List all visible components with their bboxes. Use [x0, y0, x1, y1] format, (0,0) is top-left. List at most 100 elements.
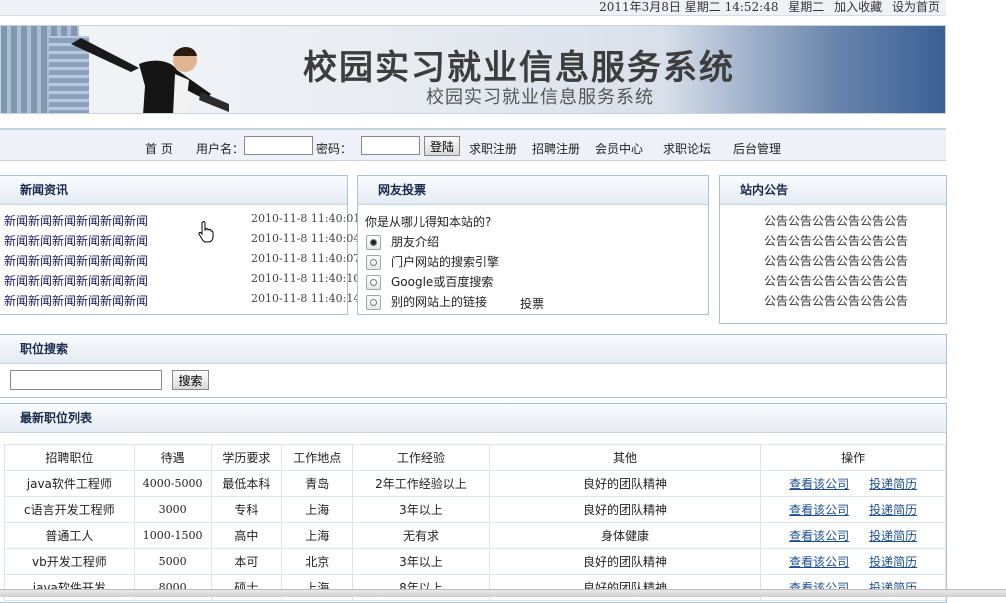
vote-option-label: Google或百度搜索 — [391, 275, 494, 289]
cell-other: 良好的团队精神 — [488, 470, 762, 497]
vote-option-label: 门户网站的搜索引擎 — [391, 255, 500, 269]
column-header: 工作地点 — [281, 444, 354, 471]
view-company-link[interactable]: 查看该公司 — [789, 555, 849, 569]
news-item[interactable]: 新闻新闻新闻新闻新闻新闻 2010-11-8 11:40:14 — [4, 292, 360, 309]
table-row: c语言开发工程师 3000 专科 上海 3年以上 良好的团队精神 查看该公司 投递简历 — [4, 496, 946, 523]
notice-item[interactable]: 公告公告公告公告公告公告 — [764, 252, 908, 269]
cell-location: 上海 — [281, 496, 354, 523]
notice-panel: 站内公告 公告公告公告公告公告公告 公告公告公告公告公告公告 公告公告公告公告公告公… — [719, 175, 947, 324]
news-item-title[interactable]: 新闻新闻新闻新闻新闻新闻 — [4, 254, 148, 268]
nav-admin[interactable]: 后台管理 — [733, 140, 781, 157]
cell-salary: 5000 — [133, 548, 212, 575]
radio-button[interactable] — [366, 295, 381, 310]
vote-option[interactable]: 门户网站的搜索引擎 — [366, 253, 499, 270]
vote-option[interactable]: Google或百度搜索 — [366, 273, 493, 290]
news-item-title[interactable]: 新闻新闻新闻新闻新闻新闻 — [4, 214, 148, 228]
cell-other: 身体健康 — [488, 522, 762, 549]
username-input[interactable] — [244, 136, 313, 155]
cell-experience: 2年工作经验以上 — [352, 470, 490, 497]
cell-position: c语言开发工程师 — [4, 496, 135, 523]
news-item-title[interactable]: 新闻新闻新闻新闻新闻新闻 — [4, 294, 148, 308]
nav-job-forum[interactable]: 求职论坛 — [663, 140, 711, 157]
nav-home[interactable]: 首 页 — [145, 140, 173, 157]
radio-button[interactable] — [366, 235, 381, 250]
nav-job-seeker-register[interactable]: 求职注册 — [469, 140, 517, 157]
jobs-panel: 最新职位列表 招聘职位 待遇 学历要求 工作地点 工作经验 其他 操作 java软件工程师 4… — [0, 403, 947, 603]
login-button[interactable]: 登陆 — [424, 136, 460, 156]
cell-other: 良好的团队精神 — [488, 548, 762, 575]
news-item[interactable]: 新闻新闻新闻新闻新闻新闻 2010-11-8 11:40:01 — [4, 212, 360, 229]
nav-recruiter-register[interactable]: 招聘注册 — [532, 140, 580, 157]
send-resume-link[interactable]: 投递简历 — [869, 529, 917, 543]
cell-actions: 查看该公司 投递简历 — [760, 496, 946, 523]
view-company-link[interactable]: 查看该公司 — [789, 529, 849, 543]
job-search-button[interactable]: 搜索 — [172, 370, 209, 390]
column-header: 操作 — [760, 444, 946, 471]
cell-experience: 无有求 — [352, 522, 490, 549]
news-item-date: 2010-11-8 11:40:04 — [251, 232, 361, 245]
cell-position: java软件工程师 — [4, 470, 135, 497]
job-search-heading: 职位搜索 — [0, 335, 946, 364]
add-favorite-link[interactable]: 加入收藏 — [834, 0, 882, 14]
banner-title: 校园实习就业信息服务系统 — [303, 48, 735, 88]
site-banner: 校园实习就业信息服务系统 校园实习就业信息服务系统 — [0, 25, 946, 114]
news-item[interactable]: 新闻新闻新闻新闻新闻新闻 2010-11-8 11:40:10 — [4, 272, 360, 289]
notice-item[interactable]: 公告公告公告公告公告公告 — [764, 272, 908, 289]
cell-actions: 查看该公司 投递简历 — [760, 470, 946, 497]
cell-salary: 1000-1500 — [133, 522, 212, 549]
notice-item[interactable]: 公告公告公告公告公告公告 — [764, 232, 908, 249]
password-label: 密码： — [316, 142, 353, 156]
radio-button[interactable] — [366, 255, 381, 270]
news-item-date: 2010-11-8 11:40:14 — [251, 292, 361, 305]
view-company-link[interactable]: 查看该公司 — [789, 503, 849, 517]
password-input[interactable] — [361, 136, 420, 155]
cell-salary: 4000-5000 — [133, 470, 212, 497]
cell-education: 本可 — [210, 548, 283, 575]
news-item-date: 2010-11-8 11:40:07 — [251, 252, 361, 265]
cell-education: 最低本科 — [210, 470, 283, 497]
vote-option[interactable]: 别的网站上的链接 — [366, 293, 487, 310]
cell-location: 上海 — [281, 522, 354, 549]
current-datetime: 2011年3月8日 星期二 14:52:48 — [599, 0, 779, 14]
cell-other: 良好的团队精神 — [488, 496, 762, 523]
jobs-table-header: 招聘职位 待遇 学历要求 工作地点 工作经验 其他 操作 — [4, 444, 946, 471]
businessman-graphic — [71, 38, 229, 113]
vote-option[interactable]: 朋友介绍 — [366, 233, 439, 250]
username-label: 用户名： — [196, 142, 245, 156]
jobs-table: 招聘职位 待遇 学历要求 工作地点 工作经验 其他 操作 java软件工程师 4000-500… — [4, 444, 946, 601]
news-item-title[interactable]: 新闻新闻新闻新闻新闻新闻 — [4, 274, 148, 288]
news-heading: 新闻资讯 — [0, 176, 347, 205]
vote-option-label: 朋友介绍 — [391, 235, 440, 249]
news-item-date: 2010-11-8 11:40:01 — [251, 212, 361, 225]
cell-position: 普通工人 — [4, 522, 135, 549]
send-resume-link[interactable]: 投递简历 — [869, 555, 917, 569]
vote-submit-button[interactable]: 投票 — [520, 295, 544, 312]
table-row: 普通工人 1000-1500 高中 上海 无有求 身体健康 查看该公司 投递简历 — [4, 522, 946, 549]
cell-location: 北京 — [281, 548, 354, 575]
vote-question: 你是从哪儿得知本站的? — [365, 215, 492, 229]
news-item-title[interactable]: 新闻新闻新闻新闻新闻新闻 — [4, 234, 148, 248]
radio-button[interactable] — [366, 275, 381, 290]
view-company-link[interactable]: 查看该公司 — [789, 477, 849, 491]
send-resume-link[interactable]: 投递简历 — [869, 503, 917, 517]
send-resume-link[interactable]: 投递简历 — [869, 477, 917, 491]
top-links: 2011年3月8日 星期二 14:52:48 星期二 加入收藏 设为首页 — [593, 0, 940, 14]
news-item[interactable]: 新闻新闻新闻新闻新闻新闻 2010-11-8 11:40:04 — [4, 232, 360, 249]
nav-member-center[interactable]: 会员中心 — [595, 140, 643, 157]
cell-experience: 3年以上 — [352, 548, 490, 575]
cell-position: vb开发工程师 — [4, 548, 135, 575]
news-item[interactable]: 新闻新闻新闻新闻新闻新闻 2010-11-8 11:40:07 — [4, 252, 360, 269]
notice-item[interactable]: 公告公告公告公告公告公告 — [764, 212, 908, 229]
set-homepage-link[interactable]: 设为首页 — [892, 0, 940, 14]
cell-experience: 3年以上 — [352, 496, 490, 523]
cell-location: 青岛 — [281, 470, 354, 497]
column-header: 学历要求 — [210, 444, 283, 471]
column-header: 待遇 — [133, 444, 212, 471]
top-bar: 2011年3月8日 星期二 14:52:48 星期二 加入收藏 设为首页 — [0, 0, 946, 16]
cell-actions: 查看该公司 投递简历 — [760, 548, 946, 575]
job-search-input[interactable] — [10, 370, 162, 390]
vote-panel: 网友投票 你是从哪儿得知本站的? 朋友介绍 门户网站的搜索引擎 Google或百度搜… — [357, 175, 709, 315]
column-header: 招聘职位 — [4, 444, 135, 471]
job-search-panel: 职位搜索 搜索 — [0, 334, 947, 398]
notice-item[interactable]: 公告公告公告公告公告公告 — [764, 292, 908, 309]
